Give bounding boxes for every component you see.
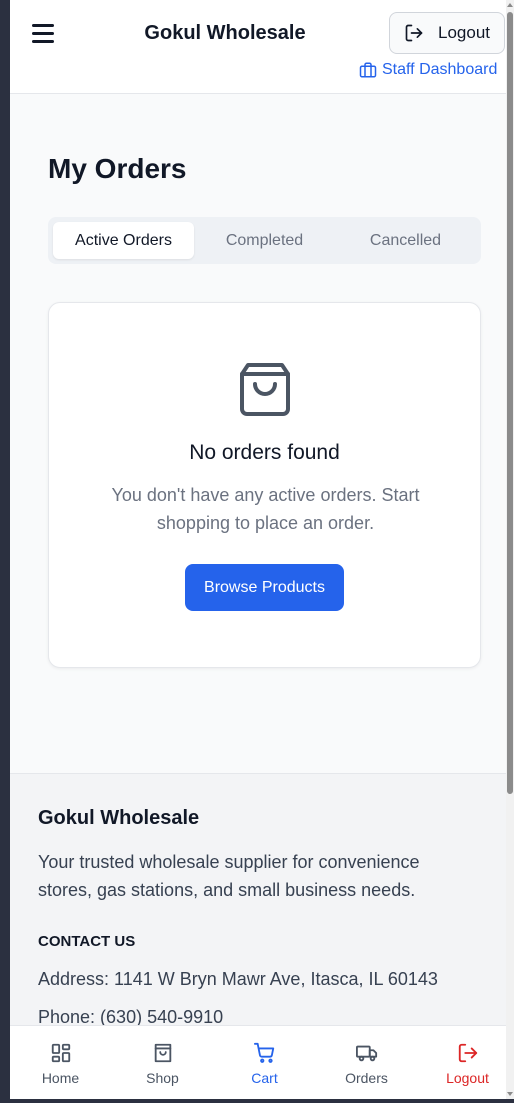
truck-icon: [355, 1045, 377, 1062]
logout-icon: [405, 24, 423, 42]
footer-tagline: Your trusted wholesale supplier for conv…: [38, 852, 420, 900]
nav-logout[interactable]: Logout: [418, 1026, 506, 1099]
footer-brand: Gokul Wholesale: [38, 807, 200, 829]
scroll-up-arrow-icon[interactable]: [507, 3, 513, 7]
empty-state-message: You don't have any active orders. Start …: [111, 485, 420, 533]
contact-heading: CONTACT US: [38, 933, 136, 950]
scrollbar-thumb[interactable]: [507, 12, 513, 794]
nav-shop[interactable]: Shop: [113, 1026, 212, 1099]
nav-orders[interactable]: Orders: [317, 1026, 416, 1099]
tab-active-orders[interactable]: Active Orders: [53, 222, 194, 259]
nav-home[interactable]: Home: [11, 1026, 110, 1099]
staff-dashboard-link[interactable]: Staff Dashboard: [359, 61, 497, 79]
briefcase-icon: [359, 62, 377, 78]
nav-orders-label: Orders: [345, 1070, 388, 1086]
logout-label: Logout: [438, 23, 490, 42]
tab-cancelled[interactable]: Cancelled: [335, 222, 476, 259]
app-viewport: Gokul Wholesale Logout Staff Dashboard M…: [10, 0, 506, 1099]
contact-address: Address: 1141 W Bryn Mawr Ave, Itasca, I…: [38, 969, 438, 989]
tab-completed[interactable]: Completed: [194, 222, 335, 259]
staff-dashboard-label: Staff Dashboard: [382, 61, 498, 78]
vertical-scrollbar[interactable]: [506, 0, 514, 1099]
empty-orders-card: No orders found You don't have any activ…: [48, 302, 481, 668]
top-header: Gokul Wholesale Logout Staff Dashboard: [10, 0, 506, 94]
shopping-bag-icon: [240, 363, 290, 416]
nav-shop-label: Shop: [146, 1070, 179, 1086]
bottom-nav: Home Shop Cart Orders Logout: [10, 1025, 506, 1099]
store-icon: [154, 1043, 171, 1063]
order-tabs: Active Orders Completed Cancelled: [48, 217, 481, 264]
grid-icon: [51, 1043, 70, 1063]
brand-title[interactable]: Gokul Wholesale: [10, 22, 440, 45]
empty-state-title: No orders found: [189, 441, 340, 464]
logout-icon: [458, 1043, 477, 1063]
nav-home-label: Home: [41, 1070, 80, 1086]
nav-cart[interactable]: Cart: [215, 1026, 314, 1099]
page-title: My Orders: [48, 153, 187, 184]
nav-logout-label: Logout: [446, 1070, 489, 1086]
scroll-down-arrow-icon[interactable]: [507, 1092, 513, 1096]
cart-icon: [253, 1042, 274, 1063]
browse-products-button[interactable]: Browse Products: [185, 564, 344, 611]
logout-button[interactable]: Logout: [389, 12, 505, 54]
nav-cart-label: Cart: [251, 1070, 278, 1086]
